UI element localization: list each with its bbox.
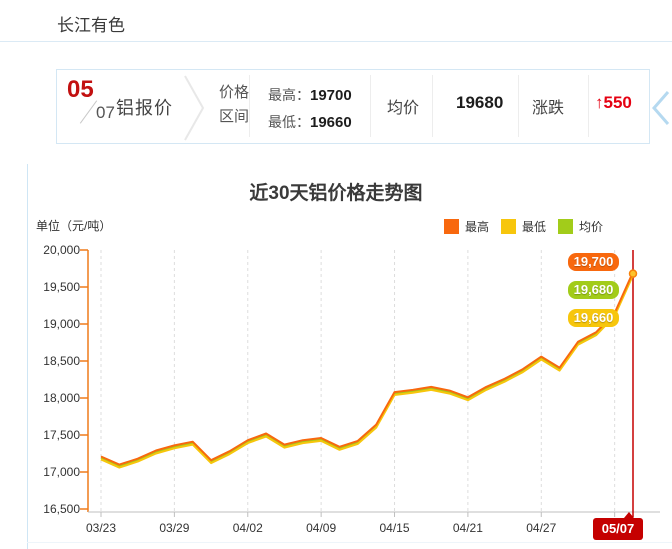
x-axis-tick-label: 04/21 xyxy=(452,521,483,535)
cell-divider xyxy=(370,75,371,137)
carousel-prev-icon[interactable] xyxy=(648,86,672,130)
price-trend-chart xyxy=(80,249,660,517)
y-axis-tick-label: 19,500 xyxy=(43,280,80,294)
highlighted-date-label: 05/07 xyxy=(601,521,635,536)
series-line-均价 xyxy=(100,273,634,468)
title-divider xyxy=(0,41,672,42)
cell-divider xyxy=(518,75,519,137)
product-name: 铝报价 xyxy=(116,98,173,118)
x-axis-tick-label: 04/15 xyxy=(379,521,410,535)
page: 长江有色 05 07 铝报价 价格 区间 最高：19700 最低：19660 均… xyxy=(0,0,672,549)
cell-divider xyxy=(249,75,250,137)
end-value-badge: 19,680 xyxy=(568,281,619,299)
x-axis-tick-label: 04/02 xyxy=(232,521,263,535)
badge-pointer xyxy=(624,512,634,518)
low-label: 最低： xyxy=(268,114,310,130)
high-value: 19700 xyxy=(310,87,352,104)
x-axis-tick-label: 03/29 xyxy=(159,521,190,535)
highlighted-date-badge: 05/07 xyxy=(593,512,643,540)
price-range-label: 价格 区间 xyxy=(219,81,249,129)
change-value-block: ↑550 xyxy=(595,93,632,113)
page-title: 长江有色 xyxy=(57,16,125,35)
y-axis-tick-label: 18,000 xyxy=(43,391,80,405)
quote-date-month-day: 05 xyxy=(67,76,94,103)
high-label: 最高： xyxy=(268,87,310,103)
change-value: 550 xyxy=(603,93,632,112)
series-line-最低 xyxy=(100,274,634,469)
y-axis-tick-label: 16,500 xyxy=(43,502,80,516)
x-axis-tick-label: 04/27 xyxy=(526,521,557,535)
y-axis-tick-label: 17,500 xyxy=(43,428,80,442)
quote-date-day: 07 xyxy=(96,103,115,122)
end-point-marker xyxy=(628,269,638,278)
breadcrumb-arrow-icon xyxy=(184,75,205,141)
x-axis-tick-label: 03/23 xyxy=(85,521,117,535)
x-axis-tick-label: 04/09 xyxy=(306,521,337,535)
up-arrow-icon: ↑ xyxy=(595,93,604,112)
quote-date: 05 07 xyxy=(65,76,119,138)
y-axis-tick-label: 20,000 xyxy=(43,243,80,257)
price-range-label-line1: 价格 xyxy=(219,84,250,101)
low-row: 最低：19660 xyxy=(268,109,352,136)
y-axis-tick-label: 17,000 xyxy=(43,465,80,479)
low-value: 19660 xyxy=(310,114,352,131)
end-value-badge: 19,660 xyxy=(568,309,619,327)
average-label: 均价 xyxy=(387,100,420,117)
date-slash xyxy=(79,100,98,124)
high-low-block: 最高：19700 最低：19660 xyxy=(268,82,352,136)
high-row: 最高：19700 xyxy=(268,82,352,109)
cell-divider xyxy=(588,75,589,137)
price-quote-bar: 05 07 铝报价 价格 区间 最高：19700 最低：19660 均价 196… xyxy=(56,69,650,144)
price-range-label-line2: 区间 xyxy=(219,108,250,125)
y-axis-tick-label: 18,500 xyxy=(43,354,80,368)
cell-divider xyxy=(432,75,433,137)
y-axis-tick-label: 19,000 xyxy=(43,317,80,331)
end-value-badge: 19,700 xyxy=(568,253,619,271)
average-value: 19680 xyxy=(456,93,504,112)
change-label: 涨跌 xyxy=(532,100,565,117)
